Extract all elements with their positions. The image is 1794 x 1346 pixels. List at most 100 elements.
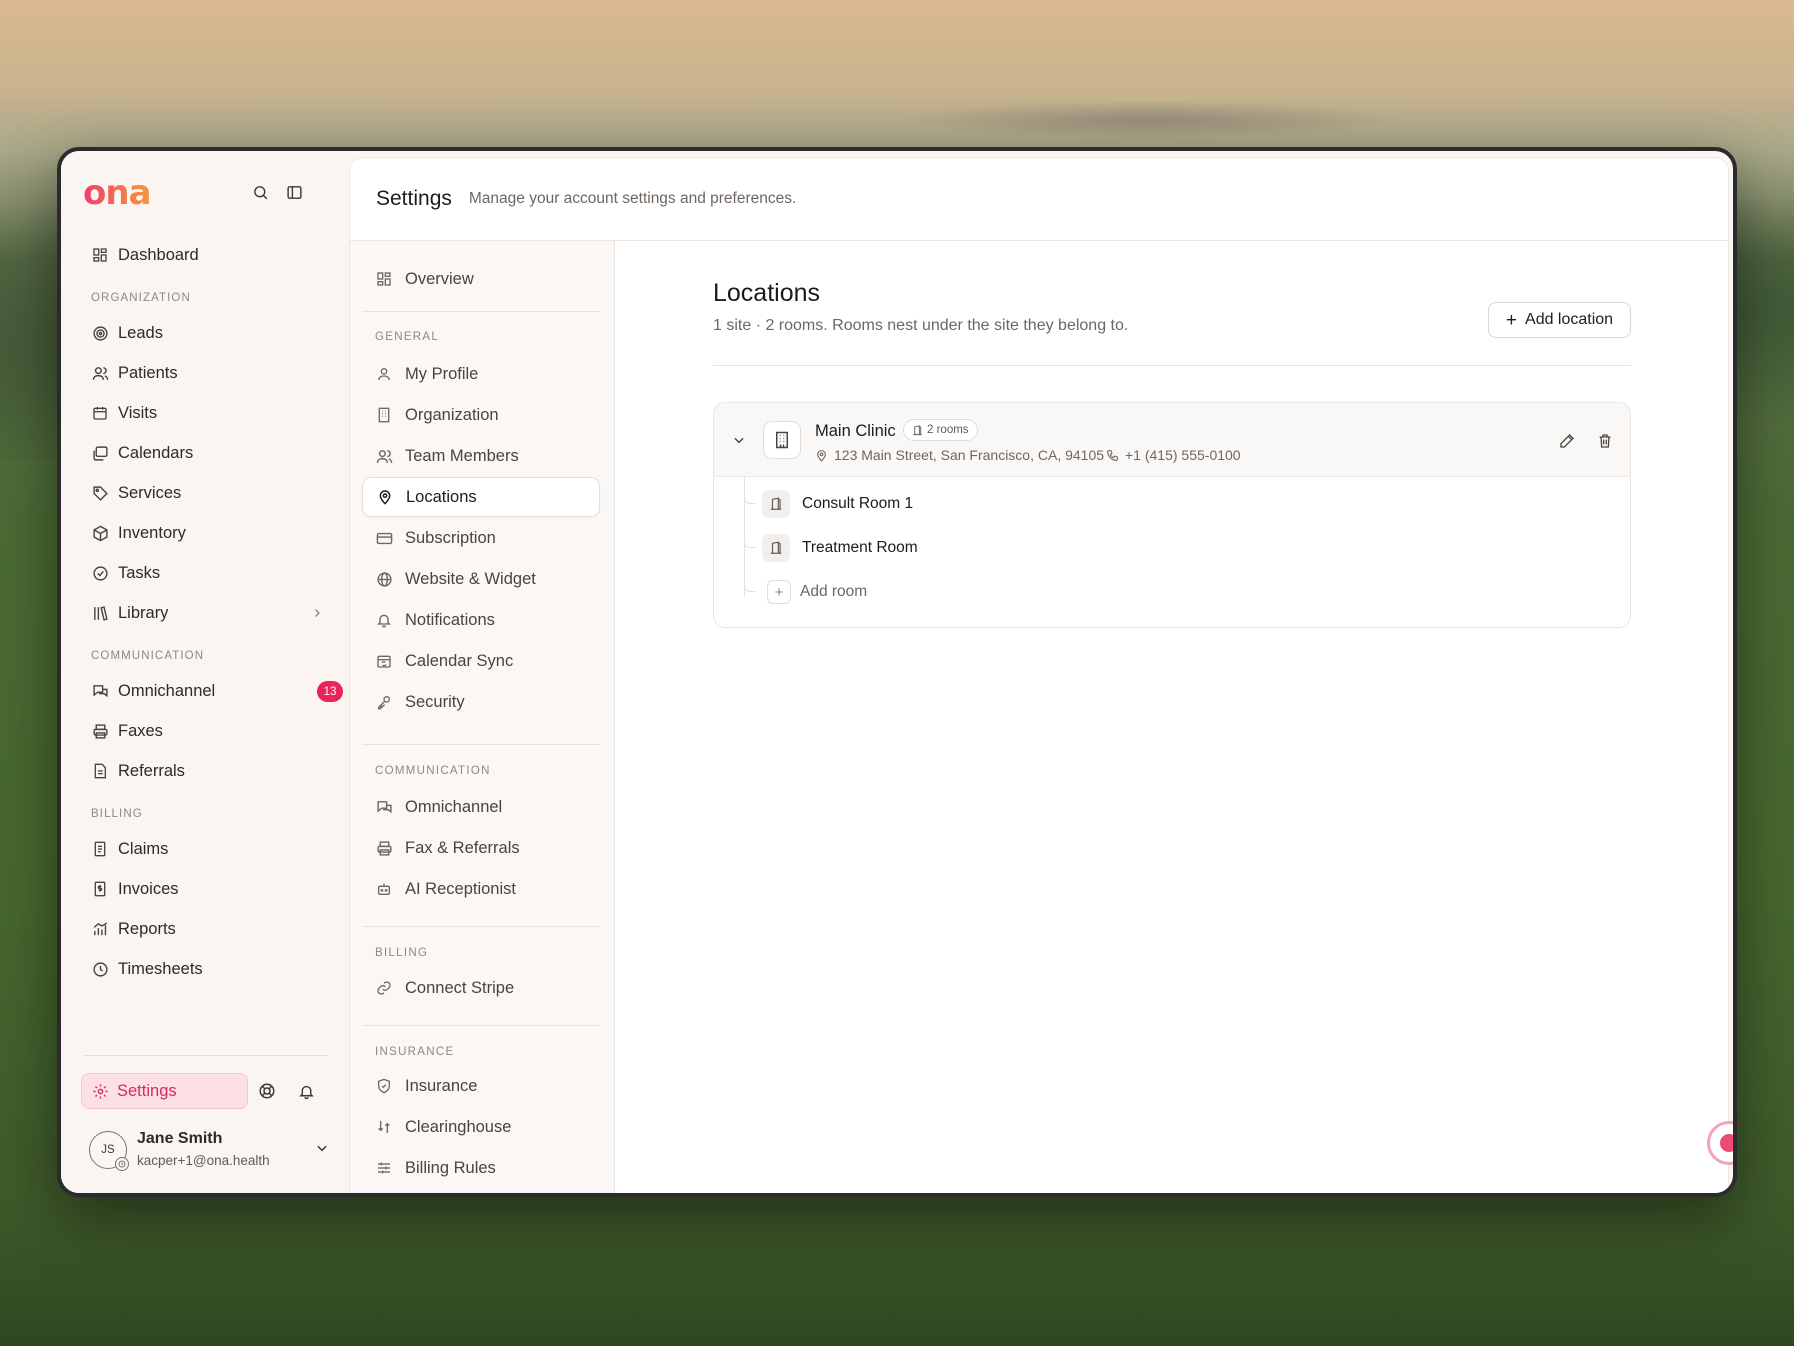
- room-row[interactable]: Treatment Room: [744, 530, 1244, 566]
- sidebar-item-label: Tasks: [118, 563, 161, 582]
- sidebar-item-omnichannel[interactable]: Omnichannel 13: [83, 671, 343, 711]
- sidebar-item-claims[interactable]: Claims: [83, 829, 333, 869]
- sidebar-item-leads[interactable]: Leads: [83, 313, 333, 353]
- add-room-button[interactable]: + Add room: [744, 574, 1244, 610]
- collapse-chevron-icon[interactable]: [732, 433, 746, 452]
- clock-icon: [91, 960, 109, 978]
- section-title: Locations: [713, 279, 821, 307]
- sidebar-item-settings[interactable]: Settings: [81, 1073, 248, 1109]
- calendars-icon: [91, 444, 109, 462]
- transfer-icon: [375, 1118, 393, 1136]
- sidebar-item-reports[interactable]: Reports: [83, 909, 333, 949]
- sidebar-item-dashboard[interactable]: Dashboard: [83, 235, 333, 275]
- settings-nav-notifications[interactable]: Notifications: [362, 600, 600, 640]
- sidebar-toggle-icon[interactable]: [283, 181, 305, 203]
- tree-elbow: [744, 574, 756, 592]
- site-address-text: 123 Main Street, San Francisco, CA, 9410…: [834, 447, 1105, 463]
- plus-icon: +: [767, 580, 791, 604]
- target-icon: [91, 324, 109, 342]
- settings-nav-security[interactable]: Security: [362, 682, 600, 722]
- credit-card-icon: [375, 529, 393, 547]
- sidebar-item-faxes[interactable]: Faxes: [83, 711, 333, 751]
- sidebar-item-label: Claims: [118, 839, 169, 858]
- settings-nav-team-members[interactable]: Team Members: [362, 436, 600, 476]
- settings-nav-label: Connect Stripe: [405, 978, 515, 997]
- sidebar-item-patients[interactable]: Patients: [83, 353, 333, 393]
- users-icon: [91, 364, 109, 382]
- sidebar: ona Dashboard ORGANIZATION Leads Patient…: [61, 151, 349, 1193]
- site-phone-text: +1 (415) 555-0100: [1125, 447, 1241, 463]
- help-icon[interactable]: [256, 1080, 278, 1102]
- rooms-count-label: 2 rooms: [927, 424, 969, 436]
- logo: ona: [83, 173, 152, 213]
- site-phone: +1 (415) 555-0100: [1106, 447, 1241, 463]
- sidebar-item-inventory[interactable]: Inventory: [83, 513, 333, 553]
- sidebar-item-library[interactable]: Library: [83, 593, 333, 633]
- settings-nav-my-profile[interactable]: My Profile: [362, 354, 600, 394]
- settings-nav-omnichannel[interactable]: Omnichannel: [362, 787, 600, 827]
- sidebar-item-services[interactable]: Services: [83, 473, 333, 513]
- sidebar-item-label: Services: [118, 483, 182, 502]
- settings-nav-fax-referrals[interactable]: Fax & Referrals: [362, 828, 600, 868]
- settings-nav-label: Subscription: [405, 528, 496, 547]
- settings-nav-label: Insurance: [405, 1076, 478, 1095]
- trash-icon[interactable]: [1595, 431, 1615, 451]
- settings-nav-label: My Profile: [405, 364, 479, 383]
- user-menu[interactable]: JS Jane Smith kacper+1@ona.health: [89, 1127, 329, 1177]
- settings-nav-connect-stripe[interactable]: Connect Stripe: [362, 968, 600, 1008]
- sidebar-item-invoices[interactable]: Invoices: [83, 869, 333, 909]
- settings-nav-billing-rules[interactable]: Billing Rules: [362, 1148, 600, 1188]
- unread-badge: 13: [317, 681, 343, 702]
- check-circle-icon: [91, 564, 109, 582]
- printer-icon: [375, 839, 393, 857]
- sidebar-item-tasks[interactable]: Tasks: [83, 553, 333, 593]
- settings-nav-label: Fax & Referrals: [405, 838, 520, 857]
- library-icon: [91, 604, 109, 622]
- sidebar-item-visits[interactable]: Visits: [83, 393, 333, 433]
- settings-nav-divider: [362, 744, 600, 745]
- settings-nav-divider: [362, 311, 600, 312]
- sidebar-item-referrals[interactable]: Referrals: [83, 751, 333, 791]
- phone-icon: [1106, 449, 1119, 462]
- user-icon: [375, 365, 393, 383]
- settings-nav-organization[interactable]: Organization: [362, 395, 600, 435]
- settings-nav-ai-receptionist[interactable]: AI Receptionist: [362, 869, 600, 909]
- bell-icon[interactable]: [295, 1080, 317, 1102]
- sidebar-item-label: Faxes: [118, 721, 163, 740]
- settings-nav-label: Omnichannel: [405, 797, 503, 816]
- map-pin-icon: [376, 488, 394, 506]
- chat-icon: [375, 798, 393, 816]
- section-billing: BILLING: [91, 808, 143, 820]
- sidebar-item-label: Invoices: [118, 879, 179, 898]
- room-row[interactable]: Consult Room 1: [744, 486, 1244, 522]
- settings-nav-label: Security: [405, 692, 465, 711]
- section-subtitle: 1 site · 2 rooms. Rooms nest under the s…: [713, 317, 1129, 334]
- sidebar-item-label: Timesheets: [118, 959, 203, 978]
- settings-nav-insurance[interactable]: Insurance: [362, 1066, 600, 1106]
- user-name: Jane Smith: [137, 1130, 223, 1147]
- settings-nav-subscription[interactable]: Subscription: [362, 518, 600, 558]
- room-name: Consult Room 1: [802, 495, 914, 512]
- settings-nav-calendar-sync[interactable]: Calendar Sync: [362, 641, 600, 681]
- section-divider: [713, 365, 1631, 366]
- settings-nav-website-widget[interactable]: Website & Widget: [362, 559, 600, 599]
- tree-elbow: [744, 486, 756, 504]
- search-icon[interactable]: [249, 181, 271, 203]
- add-location-button[interactable]: + Add location: [1488, 302, 1631, 338]
- room-name: Treatment Room: [802, 539, 918, 556]
- sidebar-item-label: Referrals: [118, 761, 185, 780]
- site-card: Main Clinic 2 rooms 123 Main Street, San…: [713, 402, 1631, 628]
- site-name: Main Clinic: [815, 422, 896, 440]
- settings-nav-label: Organization: [405, 405, 499, 424]
- sidebar-item-calendars[interactable]: Calendars: [83, 433, 333, 473]
- settings-section-insurance: INSURANCE: [375, 1046, 455, 1058]
- door-icon: [912, 424, 923, 436]
- settings-nav-clearinghouse[interactable]: Clearinghouse: [362, 1107, 600, 1147]
- settings-nav-locations[interactable]: Locations: [362, 477, 600, 517]
- edit-icon[interactable]: [1557, 431, 1577, 451]
- sidebar-item-timesheets[interactable]: Timesheets: [83, 949, 333, 989]
- dashboard-icon: [91, 246, 109, 264]
- status-clock-icon: [115, 1157, 129, 1171]
- settings-nav-overview[interactable]: Overview: [362, 259, 600, 299]
- robot-icon: [375, 880, 393, 898]
